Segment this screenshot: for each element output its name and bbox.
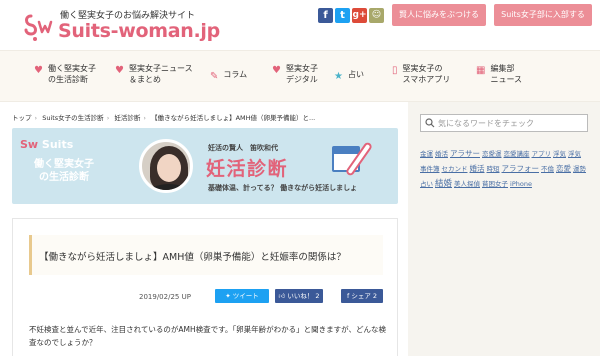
banner-title: 妊活診断 (206, 158, 289, 180)
logo-mark-icon[interactable] (22, 12, 54, 42)
pencil-icon: ✎ (210, 71, 219, 82)
banner-logo-text: Suits (41, 138, 74, 151)
heart-icon: ♥ (272, 65, 281, 76)
tweet-button[interactable]: ✦ ツイート (215, 289, 269, 303)
heart-icon: ♥ (34, 65, 43, 76)
tag-link[interactable]: セカンド (442, 163, 468, 175)
thumbs-up-icon: 👍︎ (278, 292, 288, 300)
tag-link[interactable]: アラサー (450, 148, 480, 160)
nav-item-editorial[interactable]: ▦ 編集部 ニュース (476, 63, 522, 85)
breadcrumb-item[interactable]: トップ (12, 114, 32, 122)
tag-link[interactable]: 運勢 (573, 163, 586, 175)
search-box (420, 114, 588, 132)
nav-item-news[interactable]: ♥ 堅実女子ニュース ＆まとめ (115, 63, 193, 85)
tag-link[interactable]: 浮気 (568, 148, 581, 160)
article-date: 2019/02/25 UP (139, 293, 191, 301)
nav-item-app[interactable]: ▯ 堅実女子の スマホアプリ (392, 63, 450, 85)
smartphone-icon: ▯ (392, 65, 398, 76)
heart-icon: ♥ (115, 65, 124, 76)
share-label: シェア 2 (351, 292, 378, 300)
breadcrumb-current: 【働きながら妊活しましょ】AMH値（卵巣予備能）と... (151, 114, 316, 122)
article-lead: 不妊検査と並んで近年、注目されているのがAMH検査です。「卵巣年齢がわかる」と聞… (29, 325, 386, 347)
nav-label: 堅実女子の スマホアプリ (402, 64, 451, 84)
sidebar: 金運婚活アラサー恋愛運恋愛講座アプリ浮気浮気事件簿セカンド婚活時短アラフォー不倫… (408, 102, 600, 356)
nav-item-digital[interactable]: ♥ 堅実女子 デジタル (272, 63, 318, 85)
newspaper-icon: ▦ (476, 65, 486, 76)
chevron-right-icon: › (34, 114, 38, 122)
tag-link[interactable]: 恋愛講座 (504, 148, 530, 160)
logo-mark-icon: Sw (20, 138, 42, 151)
tag-link[interactable]: 恋愛運 (482, 148, 502, 160)
nav-label: 堅実女子 デジタル (285, 64, 318, 84)
nav-label: 働く堅実女子 の生活診断 (47, 64, 96, 84)
article-card: 【働きながら妊活しましょ】AMH値（卵巣予備能）と妊娠率の関係は？ 2019/0… (12, 218, 398, 356)
tag-link[interactable]: 婚活 (435, 148, 448, 160)
tag-link[interactable]: 恋愛 (556, 163, 571, 175)
share-button[interactable]: f シェア 2 (341, 289, 383, 303)
tag-cloud: 金運 婚活 アラサー 恋愛運 恋愛講座 アプリ 浮気 浮気事件簿 セカンド 婚活 時短 アラフォー 不倫… (420, 145, 592, 190)
like-label: いいね！ 2 (287, 292, 320, 300)
banner-author: 妊活の賢人 笛吹和代 (208, 144, 278, 152)
join-button[interactable]: Suits女子部に入部する (494, 4, 592, 26)
diagnosis-banner[interactable]: Sw Suits 働く堅実女子 の生活診断 妊活の賢人 笛吹和代 妊活診断 基礎… (12, 128, 398, 204)
like-button[interactable]: 👍︎ いいね！ 2 (275, 289, 323, 303)
tag-link[interactable]: 事件簿 (420, 163, 440, 175)
banner-tagline: 基礎体温、計ってる？ 働きながら妊活しましょ (208, 184, 358, 192)
nav-label: コラム (223, 70, 248, 79)
breadcrumb: トップ › Suits女子の生活診断 › 妊活診断 › 【働きながら妊活しましょ】AM… (12, 112, 318, 122)
nav-label: 編集部 ニュース (490, 64, 523, 84)
consult-button[interactable]: 賢人に悩みをぶつける (392, 4, 486, 26)
google-plus-icon[interactable]: g+ (352, 8, 367, 23)
tag-link[interactable]: 不倫 (541, 163, 554, 175)
tweet-label: ツイート (232, 292, 259, 300)
nav-item-fortune[interactable]: ★ 占い (334, 69, 364, 82)
tag-link[interactable]: アプリ (532, 148, 552, 160)
chevron-right-icon: › (106, 114, 110, 122)
rss-icon[interactable]: ☺ (369, 8, 384, 23)
nav-label: 堅実女子ニュース ＆まとめ (128, 64, 193, 84)
banner-subtitle-line: の生活診断 (39, 172, 89, 183)
twitter-icon[interactable]: t (335, 8, 350, 23)
chevron-right-icon: › (143, 114, 146, 122)
tag-link[interactable]: 金運 (420, 148, 433, 160)
facebook-icon[interactable]: f (318, 8, 333, 23)
tag-link[interactable]: 浮気 (553, 148, 566, 160)
tag-link[interactable]: 時短 (487, 163, 500, 175)
breadcrumb-item[interactable]: Suits女子の生活診断 (42, 114, 104, 122)
tag-link[interactable]: 婚活 (470, 163, 485, 175)
tag-link[interactable]: 結婚 (435, 178, 452, 190)
main-nav: ♥ 働く堅実女子 の生活診断 ♥ 堅実女子ニュース ＆まとめ ✎ コラム ♥ 堅… (0, 50, 600, 102)
tag-link[interactable]: 占い (420, 178, 433, 190)
banner-subtitle: 働く堅実女子 の生活診断 (34, 158, 94, 184)
author-avatar (139, 139, 193, 193)
nav-label: 占い (347, 70, 364, 79)
tag-link[interactable]: iPhone (510, 178, 532, 190)
site-logo[interactable]: Suits-woman.jp (58, 20, 220, 42)
twitter-icon: ✦ (225, 292, 233, 300)
banner-logo: Sw Suits (20, 138, 73, 151)
nav-item-column[interactable]: ✎ コラム (210, 69, 247, 82)
search-icon[interactable] (425, 118, 435, 128)
article-title: 【働きながら妊活しましょ】AMH値（卵巣予備能）と妊娠率の関係は？ (39, 252, 346, 263)
search-input[interactable] (438, 116, 584, 130)
tag-link[interactable]: アラフォー (502, 163, 540, 175)
tag-link[interactable]: 美人探偵 (454, 178, 480, 190)
tag-link[interactable]: 貧困女子 (482, 178, 508, 190)
breadcrumb-item[interactable]: 妊活診断 (114, 114, 140, 122)
star-icon: ★ (334, 71, 343, 82)
nav-item-life-diagnosis[interactable]: ♥ 働く堅実女子 の生活診断 (34, 63, 96, 85)
site-header: 働く堅実女子のお悩み解決サイト Suits-woman.jp f t g+ ☺ … (0, 0, 600, 50)
banner-subtitle-line: 働く堅実女子 (34, 159, 94, 170)
